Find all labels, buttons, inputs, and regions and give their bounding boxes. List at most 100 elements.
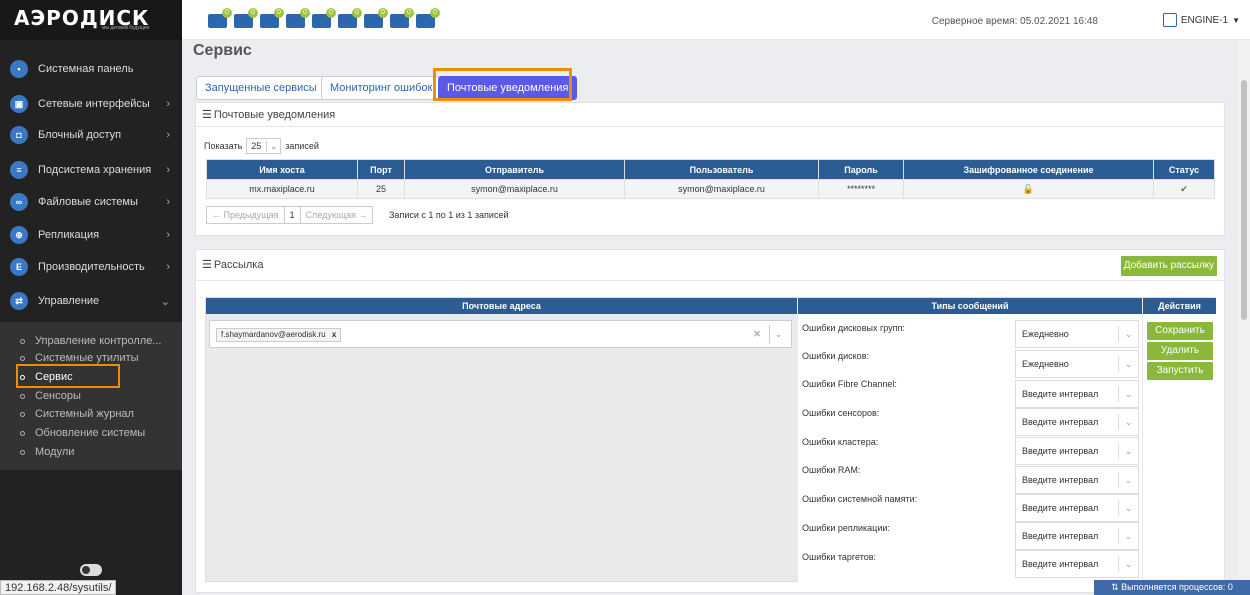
next-page-button[interactable]: Следующая → [301, 207, 373, 223]
sidebar-toggle[interactable] [80, 564, 102, 576]
chevron-down-icon: ⌄ [1118, 443, 1138, 459]
scrollbar[interactable] [1238, 40, 1250, 595]
column-header[interactable]: Отправитель [404, 159, 625, 180]
chevron-right-icon: › [166, 261, 170, 273]
pagination: ← Предыдущая 1 Следующая → [206, 206, 374, 224]
chevron-down-icon: ⌄ [1118, 356, 1138, 372]
column-header: Почтовые адреса [206, 298, 797, 314]
sidebar-subitem-modules[interactable]: Модули [20, 443, 74, 461]
save-button[interactable]: Сохранить [1147, 322, 1213, 340]
sidebar-subitem-syslog[interactable]: Системный журнал [20, 405, 134, 423]
monitor-icon: ▪ [10, 60, 28, 78]
unlock-icon: 🔓 [903, 179, 1154, 199]
message-type-label: Ошибки репликации: [802, 523, 890, 533]
sidebar-item-replication[interactable]: ⊕ Репликация › [0, 218, 182, 252]
sidebar-item-label: Производительность [38, 261, 145, 273]
chevron-right-icon: › [166, 196, 170, 208]
chevron-down-icon: ⌄ [160, 295, 170, 308]
sidebar-item-filesystems[interactable]: ∞ Файловые системы › [0, 185, 182, 219]
user-menu[interactable]: ENGINE-1 ▼ [1162, 13, 1240, 27]
column-header[interactable]: Пароль [818, 159, 904, 180]
menu-icon: ☰ [202, 259, 212, 271]
sidebar-item-block-access[interactable]: ◘ Блочный доступ › [0, 118, 182, 152]
sidebar-item-label: Подсистема хранения [38, 164, 152, 176]
chevron-down-icon: ⌄ [1118, 556, 1138, 572]
interval-select[interactable]: Введите интервал ⌄ [1015, 550, 1139, 578]
interval-select[interactable]: Введите интервал ⌄ [1015, 408, 1139, 436]
interval-select[interactable]: Ежедневно ⌄ [1015, 350, 1139, 378]
tab-running-services[interactable]: Запущенные сервисы [196, 76, 326, 100]
column-header[interactable]: Зашифрованное соединение [903, 159, 1154, 180]
sidebar-item-network[interactable]: ▣ Сетевые интерфейсы › [0, 87, 182, 121]
message-type-label: Ошибки системной памяти: [802, 494, 918, 504]
email-tag: f.shaymardanov@aerodisk.ru x [216, 328, 342, 342]
page-size-select[interactable]: 25 ⌄ [246, 138, 282, 154]
chevron-right-icon: › [166, 229, 170, 241]
status-icon-5[interactable]: 0 [312, 8, 336, 28]
add-mailing-button[interactable]: Добавить рассылку [1121, 256, 1217, 276]
sidebar-item-storage[interactable]: ≡ Подсистема хранения › [0, 153, 182, 187]
network-icon: ▣ [10, 95, 28, 113]
message-type-label: Ошибки дисковых групп: [802, 323, 905, 333]
message-type-label: Ошибки RAM: [802, 465, 861, 475]
prev-page-button[interactable]: ← Предыдущая [207, 207, 284, 223]
process-status-bar[interactable]: ⇅ Выполняется процессов: 0 [1094, 580, 1250, 595]
interval-select[interactable]: Ежедневно ⌄ [1015, 320, 1139, 348]
remove-tag-icon[interactable]: x [332, 330, 336, 339]
sidebar-item-label: Репликация [38, 229, 100, 241]
status-icon-2[interactable]: 0 [234, 8, 258, 28]
column-header[interactable]: Имя хоста [206, 159, 358, 180]
tab-error-monitoring[interactable]: Мониторинг ошибок [321, 76, 442, 100]
interval-select[interactable]: Введите интервал ⌄ [1015, 466, 1139, 494]
clear-icon[interactable]: × [753, 326, 761, 341]
bullet-icon [20, 449, 25, 455]
highlight-box [433, 68, 572, 101]
bullet-icon [20, 393, 25, 399]
sidebar-item-label: Сетевые интерфейсы [38, 98, 150, 110]
status-icon-6[interactable]: 0 [338, 8, 362, 28]
run-button[interactable]: Запустить [1147, 362, 1213, 380]
sidebar-item-management[interactable]: ⇄ Управление ⌄ [0, 284, 182, 318]
delete-button[interactable]: Удалить [1147, 342, 1213, 360]
page-size-control: Показать 25 ⌄ записей [204, 138, 319, 154]
status-icon-9[interactable]: 0 [416, 8, 440, 28]
status-icon-4[interactable]: 0 [286, 8, 310, 28]
sidebar-item-label: Управление [38, 295, 100, 307]
logo[interactable]: АЭРОДИСК мы делаем будущее [0, 0, 182, 40]
sidebar-subitem-sensors[interactable]: Сенсоры [20, 387, 81, 405]
column-header[interactable]: Статус [1153, 159, 1215, 180]
sidebar-item-performance[interactable]: Ε Производительность › [0, 250, 182, 284]
chevron-down-icon: ⌄ [1118, 528, 1138, 544]
chevron-right-icon: › [166, 98, 170, 110]
column-header[interactable]: Порт [357, 159, 405, 180]
interval-select[interactable]: Введите интервал ⌄ [1015, 522, 1139, 550]
status-icon-1[interactable]: 0 [208, 8, 232, 28]
column-header[interactable]: Пользователь [624, 159, 819, 180]
interval-select[interactable]: Введите интервал ⌄ [1015, 437, 1139, 465]
sidebar-item-dashboard[interactable]: ▪ Системная панель [0, 52, 182, 86]
user-name: ENGINE-1 [1180, 14, 1229, 26]
interval-select[interactable]: Введите интервал ⌄ [1015, 494, 1139, 522]
sidebar-item-label: Файловые системы [38, 196, 138, 208]
column-header: Типы сообщений [798, 298, 1142, 314]
cell-sender: symon@maxiplace.ru [404, 179, 625, 199]
table-row[interactable]: mx.maxiplace.ru 25 symon@maxiplace.ru sy… [206, 179, 1215, 199]
management-icon: ⇄ [10, 292, 28, 310]
interval-select[interactable]: Введите интервал ⌄ [1015, 380, 1139, 408]
email-address-input[interactable]: f.shaymardanov@aerodisk.ru x × ⌄ [209, 320, 792, 348]
status-icon-3[interactable]: 0 [260, 8, 284, 28]
sidebar-subitem-controller[interactable]: Управление контролле... [20, 332, 162, 350]
chevron-down-icon[interactable]: ⌄ [769, 325, 787, 343]
block-icon: ◘ [10, 126, 28, 144]
chevron-down-icon: ⌄ [1118, 414, 1138, 430]
page-number-button[interactable]: 1 [283, 207, 301, 223]
bullet-icon [20, 355, 25, 361]
chevron-down-icon: ⌄ [1118, 472, 1138, 488]
message-type-label: Ошибки дисков: [802, 351, 869, 361]
status-url: 192.168.2.48/sysutils/ [0, 580, 117, 595]
status-icon-8[interactable]: 0 [390, 8, 414, 28]
message-type-label: Ошибки кластера: [802, 437, 879, 447]
sidebar-subitem-update[interactable]: Обновление системы [20, 424, 145, 442]
status-icon-7[interactable]: 0 [364, 8, 388, 28]
performance-icon: Ε [10, 258, 28, 276]
